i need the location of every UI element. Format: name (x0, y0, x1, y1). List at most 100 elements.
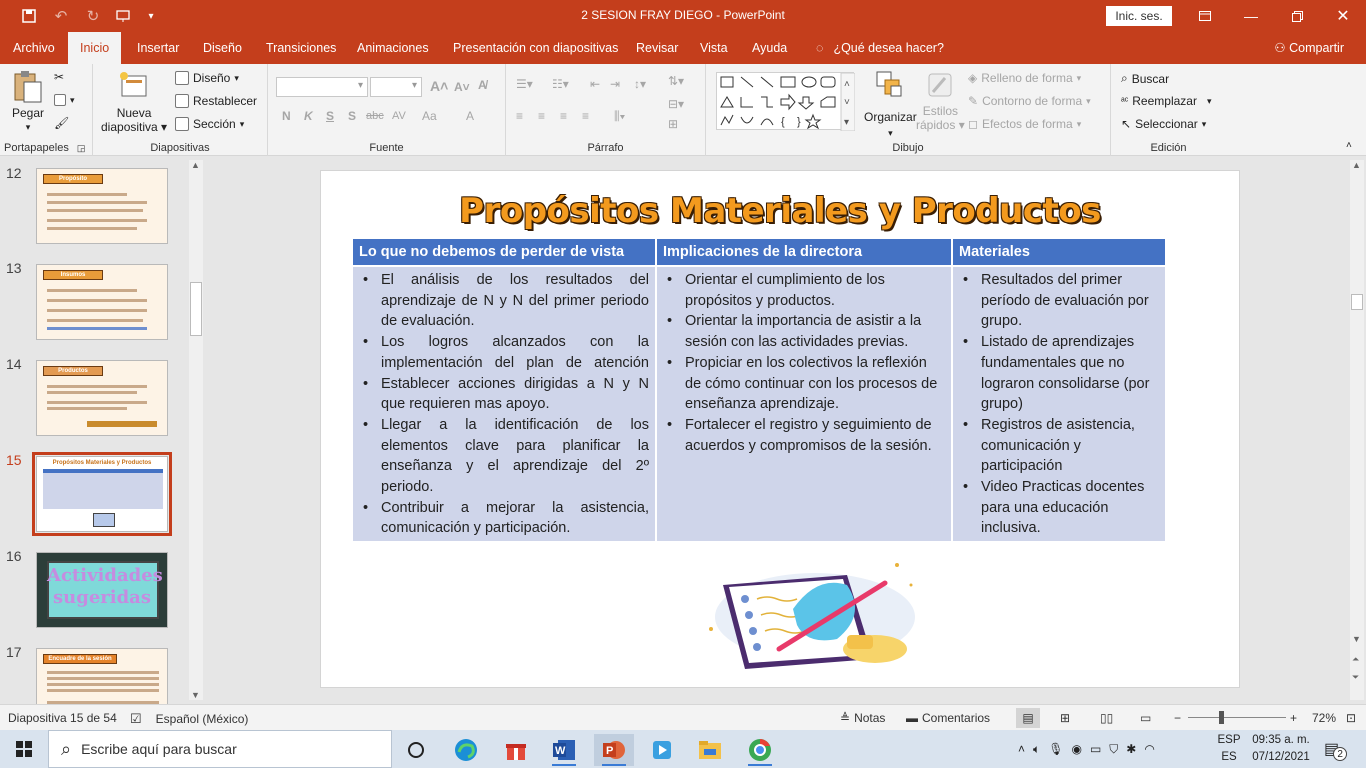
reset-button[interactable]: Restablecer (175, 94, 257, 108)
clear-format-icon[interactable]: A̸ (478, 78, 487, 92)
font-color-button[interactable]: A (466, 109, 474, 123)
new-slide-button[interactable]: Nueva diapositiva ▾ (101, 70, 167, 134)
shadow-button[interactable]: S (348, 109, 356, 123)
chevron-up-icon[interactable]: ˄ (1018, 742, 1025, 756)
align-center-icon[interactable]: ≡ (538, 109, 545, 123)
edge-browser-icon[interactable] (446, 734, 486, 766)
copy-icon[interactable]: ▾ (54, 94, 75, 106)
word-app-icon[interactable]: W (544, 734, 584, 766)
slide-sorter-icon[interactable]: ⊞ (1060, 711, 1070, 725)
battery-icon[interactable]: ▭ (1090, 742, 1101, 756)
zoom-slider[interactable] (1188, 717, 1286, 718)
shapes-gallery[interactable]: {} ˄ ˅ ▾ (716, 72, 856, 132)
volume-icon[interactable]: 🔈︎ (1033, 742, 1040, 757)
bluetooth-icon[interactable]: ✱ (1126, 742, 1136, 756)
select-button[interactable]: ↖ Seleccionar ▾ (1121, 117, 1206, 131)
tab-diseno[interactable]: Diseño (201, 32, 244, 64)
normal-view-icon[interactable]: ▤ (1016, 708, 1040, 728)
network-app-icon[interactable]: ◉ (1071, 742, 1081, 756)
layout-button[interactable]: Diseño ▾ (175, 71, 239, 85)
strikethrough-button[interactable]: abc (366, 110, 384, 122)
scroll-thumb[interactable] (190, 282, 202, 336)
slide-thumbnail-12[interactable]: Propósito (36, 168, 168, 244)
tab-archivo[interactable]: Archivo (11, 32, 57, 64)
customize-toolbar-icon[interactable]: ▾ (136, 0, 166, 32)
save-icon[interactable] (14, 0, 44, 32)
section-button[interactable]: Sección ▾ (175, 117, 244, 131)
numbering-icon[interactable]: ☷▾ (552, 77, 569, 91)
undo-icon[interactable]: ↶ (46, 0, 76, 32)
table-cell[interactable]: El análisis de los resultados del aprend… (353, 266, 657, 542)
shape-fill-button[interactable]: ◈ Relleno de forma ▾ (968, 71, 1081, 85)
bullets-icon[interactable]: ☰▾ (516, 77, 533, 91)
paste-button[interactable]: Pegar ▾ (12, 70, 44, 133)
redo-icon[interactable]: ↻ (78, 0, 108, 32)
input-language[interactable]: ESP ES (1214, 730, 1244, 768)
language-indicator[interactable]: ☑ Español (México) (130, 711, 248, 727)
collapse-ribbon-icon[interactable]: ˄ (1346, 140, 1352, 151)
present-from-start-icon[interactable] (108, 0, 138, 32)
slide-title[interactable]: Propósitos Materiales y Productos (321, 191, 1239, 231)
start-button[interactable] (0, 730, 48, 768)
wifi-icon[interactable]: ◠ (1144, 742, 1154, 756)
change-case-button[interactable]: Aa (422, 109, 437, 123)
table-header[interactable]: Materiales (952, 239, 1165, 267)
tell-me-search[interactable]: ◌ ¿Qué desea hacer? (814, 32, 946, 64)
replace-button[interactable]: ᵃᶜ Reemplazar ▾ (1121, 94, 1212, 108)
close-icon[interactable]: ✕ (1320, 0, 1366, 32)
slideshow-icon[interactable]: ▭ (1140, 711, 1151, 725)
underline-button[interactable]: S (326, 109, 334, 123)
slide-thumbnail-13[interactable]: Insumos (36, 264, 168, 340)
font-name-combo[interactable]: ▾ (276, 77, 368, 97)
arrange-button[interactable]: Organizar ▾ (864, 70, 917, 139)
scroll-thumb[interactable] (1351, 294, 1363, 310)
find-button[interactable]: ⌕ Buscar (1121, 71, 1169, 86)
table-cell[interactable]: Resultados del primer período de evaluac… (952, 266, 1165, 542)
task-view-icon[interactable] (396, 734, 436, 766)
shape-effects-button[interactable]: ◻ Efectos de forma ▾ (968, 117, 1081, 131)
shape-outline-button[interactable]: ✎ Contorno de forma ▾ (968, 94, 1091, 108)
zoom-level[interactable]: 72% (1312, 711, 1336, 725)
security-icon[interactable]: ⛉ (1109, 742, 1118, 757)
ribbon-display-icon[interactable] (1182, 0, 1228, 32)
slide-thumbnail-15[interactable]: Propósitos Materiales y Productos (32, 452, 172, 536)
zoom-slider-thumb[interactable] (1219, 711, 1224, 724)
file-explorer-icon[interactable] (690, 734, 730, 766)
italic-button[interactable]: K (304, 109, 313, 123)
taskbar-search[interactable]: ⌕ Escribe aquí para buscar (48, 730, 392, 768)
table-header[interactable]: Lo que no debemos de perder de vista (353, 239, 657, 267)
powerpoint-app-icon[interactable]: P (594, 734, 634, 766)
zoom-in-icon[interactable]: + (1290, 711, 1297, 725)
clock[interactable]: 09:35 a. m. 07/12/2021 (1250, 730, 1312, 768)
align-text-icon[interactable]: ⊟▾ (668, 97, 684, 111)
tab-inicio[interactable]: Inicio (68, 32, 122, 64)
bold-button[interactable]: N (282, 109, 291, 123)
tab-revisar[interactable]: Revisar (634, 32, 680, 64)
columns-icon[interactable]: ⫼▾ (614, 109, 625, 124)
line-spacing-icon[interactable]: ↕▾ (634, 77, 646, 91)
editor-scrollbar[interactable]: ▲ ▼ ⏶ ⏷ (1350, 160, 1364, 700)
tab-animaciones[interactable]: Animaciones (355, 32, 431, 64)
text-direction-icon[interactable]: ⇅▾ (668, 74, 684, 88)
notes-button[interactable]: ≜ Notas (840, 711, 885, 725)
minimize-icon[interactable]: — (1228, 0, 1274, 32)
char-spacing-button[interactable]: AV (392, 110, 406, 122)
table-cell[interactable]: Orientar el cumplimiento de los propósit… (656, 266, 953, 542)
comments-button[interactable]: ▬ Comentarios (906, 711, 990, 725)
thumbnail-scrollbar[interactable]: ▲ ▼ (189, 160, 203, 700)
slide-table[interactable]: Lo que no debemos de perder de vista Imp… (353, 239, 1165, 542)
cut-icon[interactable]: ✂ (54, 70, 64, 84)
chrome-browser-icon[interactable] (740, 734, 780, 766)
shrink-font-icon[interactable]: A˅ (454, 80, 470, 94)
media-player-icon[interactable] (642, 734, 682, 766)
reading-view-icon[interactable]: ▯▯ (1100, 711, 1113, 725)
microphone-icon[interactable]: 🎙︎ (1048, 742, 1063, 756)
restore-icon[interactable] (1274, 0, 1320, 32)
increase-indent-icon[interactable]: ⇥ (610, 77, 620, 91)
tab-insertar[interactable]: Insertar (135, 32, 181, 64)
tab-transiciones[interactable]: Transiciones (264, 32, 338, 64)
checklist-illustration-icon[interactable] (697, 555, 923, 671)
grow-font-icon[interactable]: A˄ (430, 78, 448, 94)
share-button[interactable]: ⚇ Compartir (1274, 32, 1344, 64)
gift-app-icon[interactable] (496, 734, 536, 766)
